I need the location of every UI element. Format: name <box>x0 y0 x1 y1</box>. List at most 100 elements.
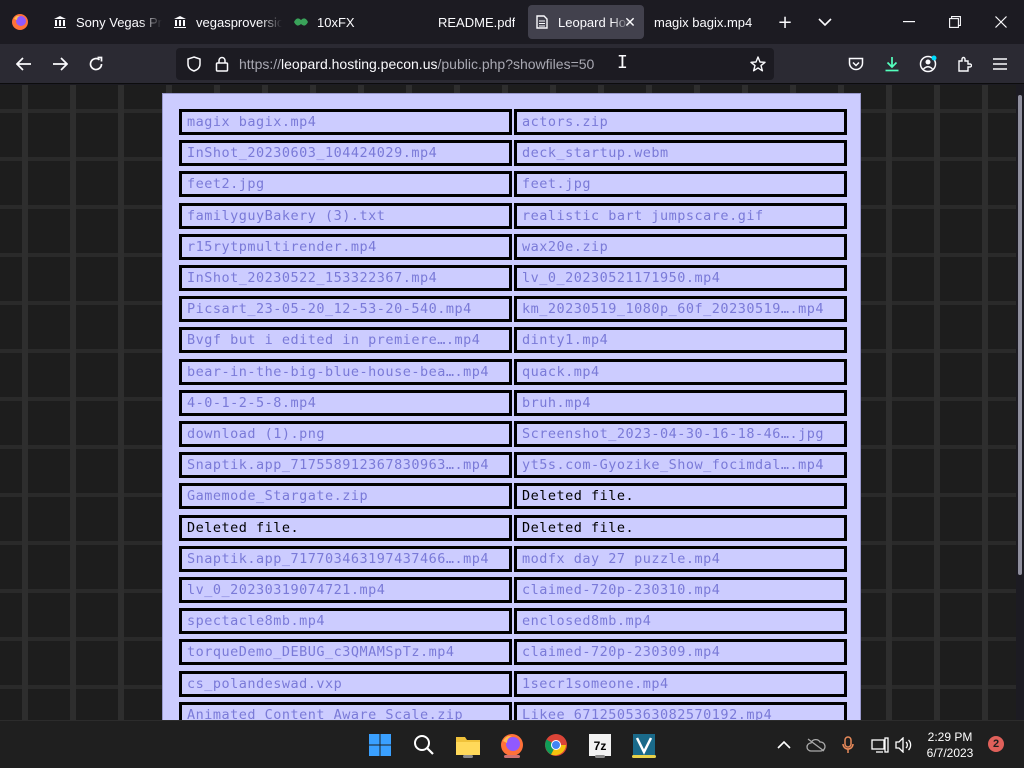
firefox-menu-icon[interactable] <box>6 8 34 36</box>
file-link[interactable]: Animated Content Aware Scale.zip <box>179 702 512 720</box>
file-link[interactable]: quack.mp4 <box>514 359 847 385</box>
file-link[interactable]: lv_0_20230319074721.mp4 <box>179 577 512 603</box>
text-cursor-icon: I <box>617 52 628 73</box>
minimize-icon <box>903 21 915 23</box>
file-link[interactable]: r15rytpmultirender.mp4 <box>179 234 512 260</box>
downloads-button[interactable] <box>878 50 906 78</box>
lock-icon[interactable] <box>212 54 232 74</box>
url-text[interactable]: https://leopard.hosting.pecon.us/public.… <box>239 56 594 72</box>
url-scheme: https:// <box>239 56 282 72</box>
address-bar[interactable]: https://leopard.hosting.pecon.us/public.… <box>176 48 774 80</box>
chrome-icon[interactable] <box>540 729 572 761</box>
file-link[interactable]: bear-in-the-big-blue-house-bea….mp4 <box>179 359 512 385</box>
deleted-file-cell: Deleted file. <box>179 515 512 541</box>
pdf-icon <box>414 14 430 30</box>
vegas-icon[interactable] <box>628 729 660 761</box>
pocket-button[interactable] <box>842 50 870 78</box>
new-tab-button[interactable]: + <box>771 8 799 36</box>
file-link[interactable]: claimed-720p-230309.mp4 <box>514 639 847 665</box>
tab-readme[interactable]: README.pdf <box>408 5 524 39</box>
clock-date: 6/7/2023 <box>926 746 974 760</box>
file-link[interactable]: familyguyBakery (3).txt <box>179 203 512 229</box>
file-link[interactable]: Bvgf but i edited in premiere….mp4 <box>179 327 512 353</box>
search-icon[interactable] <box>408 729 440 761</box>
shield-icon[interactable] <box>184 54 204 74</box>
file-link[interactable]: download (1).png <box>179 421 512 447</box>
file-explorer-icon[interactable] <box>452 729 484 761</box>
tab-vegasproversion[interactable]: vegasproversion <box>166 5 282 39</box>
file-link[interactable]: Snaptik.app_717558912367830963….mp4 <box>179 452 512 478</box>
file-link[interactable]: feet2.jpg <box>179 171 512 197</box>
file-link[interactable]: cs_polandeswad.vxp <box>179 671 512 697</box>
file-link[interactable]: modfx day 27 puzzle.mp4 <box>514 546 847 572</box>
bookmark-star-icon[interactable] <box>748 54 768 74</box>
file-link[interactable]: torqueDemo_DEBUG_c3QMAMSpTz.mp4 <box>179 639 512 665</box>
file-link[interactable]: lv_0_20230521171950.mp4 <box>514 265 847 291</box>
file-link[interactable]: enclosed8mb.mp4 <box>514 608 847 634</box>
reload-icon <box>89 56 103 71</box>
file-link[interactable]: Snaptik.app_717703463197437466….mp4 <box>179 546 512 572</box>
file-link[interactable]: magix bagix.mp4 <box>179 109 512 135</box>
file-link[interactable]: Picsart_23-05-20_12-53-20-540.mp4 <box>179 296 512 322</box>
tab-title: 10xFX <box>317 14 355 30</box>
page-scrollbar[interactable] <box>1016 85 1024 720</box>
tab-title: Sony Vegas Pro <box>76 14 162 30</box>
green-logo-icon <box>293 14 309 30</box>
file-link[interactable]: 4-0-1-2-5-8.mp4 <box>179 390 512 416</box>
tab-title: magix bagix.mp4 <box>654 14 753 30</box>
cloud-icon[interactable] <box>804 733 828 757</box>
reload-button[interactable] <box>82 50 110 78</box>
bank-icon <box>52 14 68 30</box>
file-link[interactable]: yt5s.com-Gyozike_Show_focimdal….mp4 <box>514 452 847 478</box>
extensions-button[interactable] <box>950 50 978 78</box>
chevron-down-icon <box>818 18 832 27</box>
file-link[interactable]: feet.jpg <box>514 171 847 197</box>
pocket-icon <box>848 57 864 70</box>
close-icon[interactable]: ✕ <box>622 14 638 30</box>
file-link[interactable]: bruh.mp4 <box>514 390 847 416</box>
file-link[interactable]: actors.zip <box>514 109 847 135</box>
tab-sony-vegas[interactable]: Sony Vegas Pro <box>46 5 162 39</box>
account-button[interactable] <box>914 50 942 78</box>
restore-button[interactable] <box>932 0 978 44</box>
file-link[interactable]: Screenshot_2023-04-30-16-18-46….jpg <box>514 421 847 447</box>
file-link[interactable]: Likee_6712505363082570192.mp4 <box>514 702 847 720</box>
file-link[interactable]: deck_startup.webm <box>514 140 847 166</box>
back-button[interactable] <box>10 50 38 78</box>
network-icon[interactable] <box>868 733 892 757</box>
file-link[interactable]: 1secr1someone.mp4 <box>514 671 847 697</box>
7zip-icon[interactable]: 7z <box>584 729 616 761</box>
file-link[interactable]: Gamemode_Stargate.zip <box>179 483 512 509</box>
file-link[interactable]: claimed-720p-230310.mp4 <box>514 577 847 603</box>
file-link[interactable]: wax20e.zip <box>514 234 847 260</box>
scrollbar-thumb[interactable] <box>1018 95 1022 575</box>
list-all-tabs-button[interactable] <box>811 8 839 36</box>
windows-start-icon[interactable] <box>364 729 396 761</box>
download-icon <box>885 57 899 72</box>
chevron-up-icon[interactable] <box>772 733 796 757</box>
volume-icon[interactable] <box>892 733 916 757</box>
firefox-icon[interactable] <box>496 729 528 761</box>
file-link[interactable]: dinty1.mp4 <box>514 327 847 353</box>
clock-time: 2:29 PM <box>927 730 973 744</box>
running-indicator <box>595 755 605 758</box>
arrow-left-icon <box>16 57 31 71</box>
navigation-toolbar: https://leopard.hosting.pecon.us/public.… <box>0 44 1024 84</box>
forward-button[interactable] <box>46 50 74 78</box>
running-indicator <box>632 755 656 758</box>
minimize-button[interactable] <box>886 0 932 44</box>
file-link[interactable]: realistic bart jumpscare.gif <box>514 203 847 229</box>
tab-10xfx[interactable]: 10xFX <box>287 5 403 39</box>
tab-leopard-hosting[interactable]: Leopard Hosting ✕ <box>528 5 644 39</box>
notification-badge[interactable]: 2 <box>988 736 1004 752</box>
file-link[interactable]: km_20230519_1080p_60f_20230519….mp4 <box>514 296 847 322</box>
microphone-icon[interactable] <box>836 733 860 757</box>
system-clock[interactable]: 2:29 PM 6/7/2023 <box>916 729 984 761</box>
tab-magix-bagix[interactable]: magix bagix.mp4 <box>648 5 764 39</box>
file-link[interactable]: spectacle8mb.mp4 <box>179 608 512 634</box>
windows-taskbar: 7z 2:29 PM 6/7/2023 <box>0 720 1024 768</box>
file-link[interactable]: InShot_20230603_104424029.mp4 <box>179 140 512 166</box>
app-menu-button[interactable] <box>986 50 1014 78</box>
close-window-button[interactable] <box>978 0 1024 44</box>
file-link[interactable]: InShot_20230522_153322367.mp4 <box>179 265 512 291</box>
